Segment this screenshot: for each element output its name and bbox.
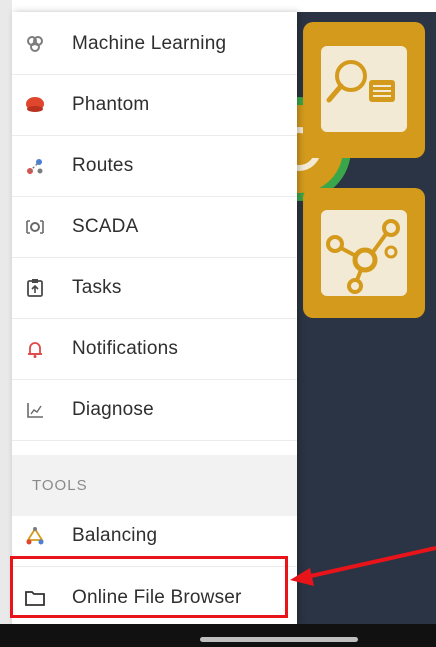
system-navigation-bar <box>0 624 436 647</box>
home-gesture-bar[interactable] <box>200 637 358 642</box>
annotation-arrow <box>290 546 436 586</box>
